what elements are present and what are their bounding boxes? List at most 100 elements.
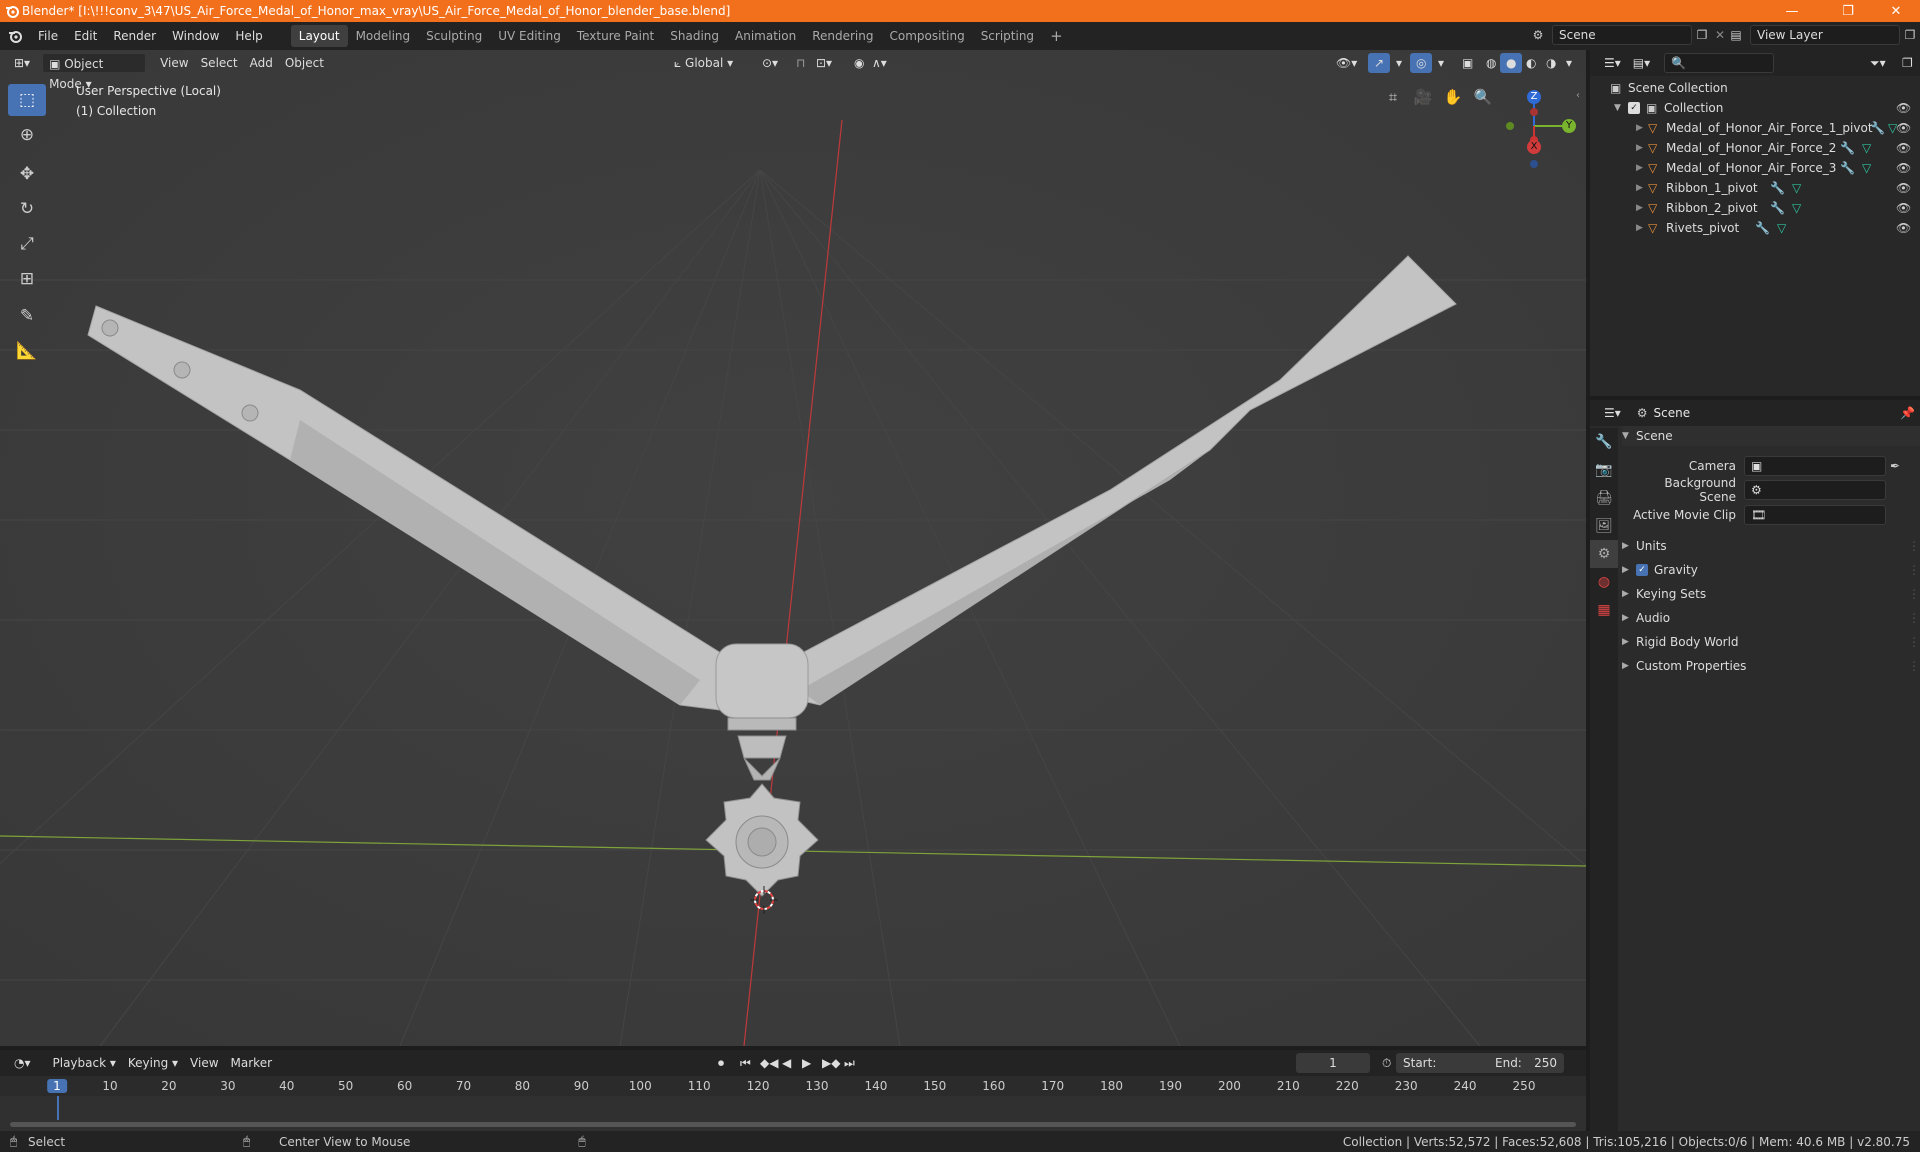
timeline-menu-view[interactable]: View [184,1053,224,1073]
drag-handle-icon[interactable]: ⋮⋮ [1908,635,1920,649]
camera-view-icon[interactable]: 🎥 [1410,84,1436,110]
outliner-search-input[interactable]: 🔍 [1664,53,1775,73]
transform-icon[interactable]: ⊞ [8,263,46,295]
frame-ruler[interactable]: 1 10 20 30 40 50 60 70 80 90 100 110 120 130 140 150 160… [0,1076,1586,1096]
visibility-eye-icon[interactable]: 👁 [1896,161,1911,175]
new-scene-icon[interactable]: ❐ [1692,28,1712,42]
gizmo-dropdown-icon[interactable]: ▾ [1390,53,1408,73]
properties-editor-type-button[interactable]: ☰▾ [1598,403,1627,423]
outliner-item[interactable]: ▶ ▽ Medal_of_Honor_Air_Force_2 🔧 ▽ 👁 [1590,138,1920,158]
close-icon[interactable]: ✕ [1876,0,1916,22]
zoom-icon[interactable]: 🔍 [1470,84,1496,110]
expand-icon[interactable]: ▶ [1636,223,1648,233]
move-icon[interactable]: ✥ [8,158,46,190]
play-reverse-icon[interactable]: ◀ [776,1053,797,1073]
outliner-scene-collection[interactable]: ▣ Scene Collection [1590,78,1920,98]
timeline-menu-keying[interactable]: Keying ▾ [122,1053,184,1073]
play-icon[interactable]: ▶ [796,1053,817,1073]
gizmo-toggle-icon[interactable]: ↗ [1368,53,1391,73]
region-toggle-icon[interactable]: ‹ [1576,90,1580,101]
stopwatch-icon[interactable]: ⏱ [1376,1053,1397,1073]
scale-icon[interactable]: ⤢ [8,228,46,260]
viewport-menu-object[interactable]: Object [279,53,330,73]
visibility-eye-icon[interactable]: 👁 [1896,221,1911,235]
tab-layout[interactable]: Layout [290,25,348,47]
menu-file[interactable]: File [30,25,66,47]
texture-tab-icon[interactable]: ▦ [1590,596,1618,624]
gizmo-z-icon[interactable]: Z [1527,90,1541,104]
new-collection-icon[interactable]: ❐ [1896,53,1919,73]
overlay-toggle-icon[interactable]: ◎ [1410,53,1433,73]
falloff-icon[interactable]: ∧▾ [866,53,893,73]
expand-icon[interactable]: ▶ [1636,143,1648,153]
tab-sculpting[interactable]: Sculpting [418,25,490,47]
current-frame-field[interactable]: 1 [1296,1053,1370,1073]
render-tab-icon[interactable]: 📷 [1590,456,1618,484]
timeline-menu-playback[interactable]: Playback ▾ [47,1053,122,1073]
timeline-body[interactable] [0,1096,1586,1131]
3d-viewport[interactable]: ⊞▾ ▣ Object Mode ▾ View Select Add Objec… [0,50,1586,1046]
viewport-menu-add[interactable]: Add [244,53,279,73]
modifier-icon[interactable]: 🔧 [1840,141,1855,155]
drag-handle-icon[interactable]: ⋮⋮ [1908,539,1920,553]
expand-icon[interactable]: ▶ [1636,163,1648,173]
properties-section-units[interactable]: ▶ Units ⋮⋮ [1622,536,1920,556]
eyedropper-icon[interactable]: ✒ [1890,459,1900,473]
drag-handle-icon[interactable]: ⋮⋮ [1908,563,1920,577]
viewport-scene[interactable] [0,50,1586,1046]
expand-icon[interactable]: ▶ [1636,123,1648,133]
navigation-gizmo[interactable]: Z Y X [1482,84,1582,174]
gizmo-x-icon[interactable]: X [1527,140,1541,154]
restore-icon[interactable]: ❐ [1828,0,1868,22]
visibility-eye-icon[interactable]: 👁 [1896,201,1911,215]
tab-rendering[interactable]: Rendering [804,25,881,47]
new-view-layer-icon[interactable]: ❐ [1900,28,1920,42]
overlay-dropdown-icon[interactable]: ▾ [1432,53,1450,73]
collection-checkbox[interactable]: ✓ [1628,102,1640,114]
output-tab-icon[interactable]: 🖨 [1590,484,1618,512]
expand-icon[interactable]: ▶ [1636,183,1648,193]
mesh-data-icon[interactable]: ▽ [1792,181,1801,195]
timeline-menu-marker[interactable]: Marker [225,1053,278,1073]
transform-orientation-dropdown[interactable]: ⟀ Global ▾ [668,53,739,73]
minimize-icon[interactable]: — [1772,0,1812,22]
gravity-checkbox[interactable]: ✓ [1636,564,1648,576]
editor-type-button[interactable]: ⊞▾ [8,53,36,73]
object-mode-dropdown[interactable]: ▣ Object Mode ▾ [42,53,147,91]
mesh-data-icon[interactable]: ▽ [1862,141,1871,155]
mesh-data-icon[interactable]: ▽ [1777,221,1786,235]
modifier-icon[interactable]: 🔧 [1770,201,1785,215]
snap-target-icon[interactable]: ⊡▾ [810,53,838,73]
properties-section-custom-properties[interactable]: ▶ Custom Properties ⋮⋮ [1622,656,1920,676]
toggle-camera-icon[interactable]: ⌗ [1380,84,1406,110]
outliner-editor-type-button[interactable]: ☰▾ [1598,53,1627,73]
scene-selector[interactable]: ⚙ Scene ❐ ✕ [1524,25,1728,45]
menu-render[interactable]: Render [105,25,164,47]
modifier-icon[interactable]: 🔧 [1840,161,1855,175]
visibility-eye-icon[interactable]: 👁 [1896,141,1911,155]
world-tab-icon[interactable]: ◍ [1590,568,1618,596]
tab-texture-paint[interactable]: Texture Paint [569,25,662,47]
snap-icon[interactable]: ⊓ [790,53,811,73]
visibility-eye-icon[interactable]: 👁 [1896,181,1911,195]
select-box-icon[interactable]: ⬚ [8,84,46,116]
drag-handle-icon[interactable]: ⋮⋮ [1908,659,1920,673]
display-mode-icon[interactable]: ▤▾ [1627,53,1656,73]
blender-menu-icon[interactable] [0,25,30,47]
scene-name-field[interactable]: Scene [1552,25,1692,45]
view-layer-field[interactable]: View Layer [1750,25,1900,45]
properties-section-rigid-body-world[interactable]: ▶ Rigid Body World ⋮⋮ [1622,632,1920,652]
properties-section-gravity[interactable]: ▶ ✓ Gravity ⋮⋮ [1622,560,1920,580]
tab-scripting[interactable]: Scripting [973,25,1042,47]
pan-hand-icon[interactable]: ✋ [1440,84,1466,110]
visibility-icon[interactable]: 👁▾ [1330,53,1363,73]
outliner-item[interactable]: ▶ ▽ Rivets_pivot 🔧 ▽ 👁 [1590,218,1920,238]
tab-uv-editing[interactable]: UV Editing [490,25,569,47]
expand-icon[interactable]: ▶ [1636,203,1648,213]
properties-section-audio[interactable]: ▶ Audio ⋮⋮ [1622,608,1920,628]
tab-compositing[interactable]: Compositing [881,25,972,47]
background-scene-field[interactable]: ⚙ [1744,480,1886,500]
filter-icon[interactable]: ⏷▾ [1864,53,1892,73]
menu-edit[interactable]: Edit [66,25,105,47]
outliner-item[interactable]: ▶ ▽ Ribbon_2_pivot 🔧 ▽ 👁 [1590,198,1920,218]
